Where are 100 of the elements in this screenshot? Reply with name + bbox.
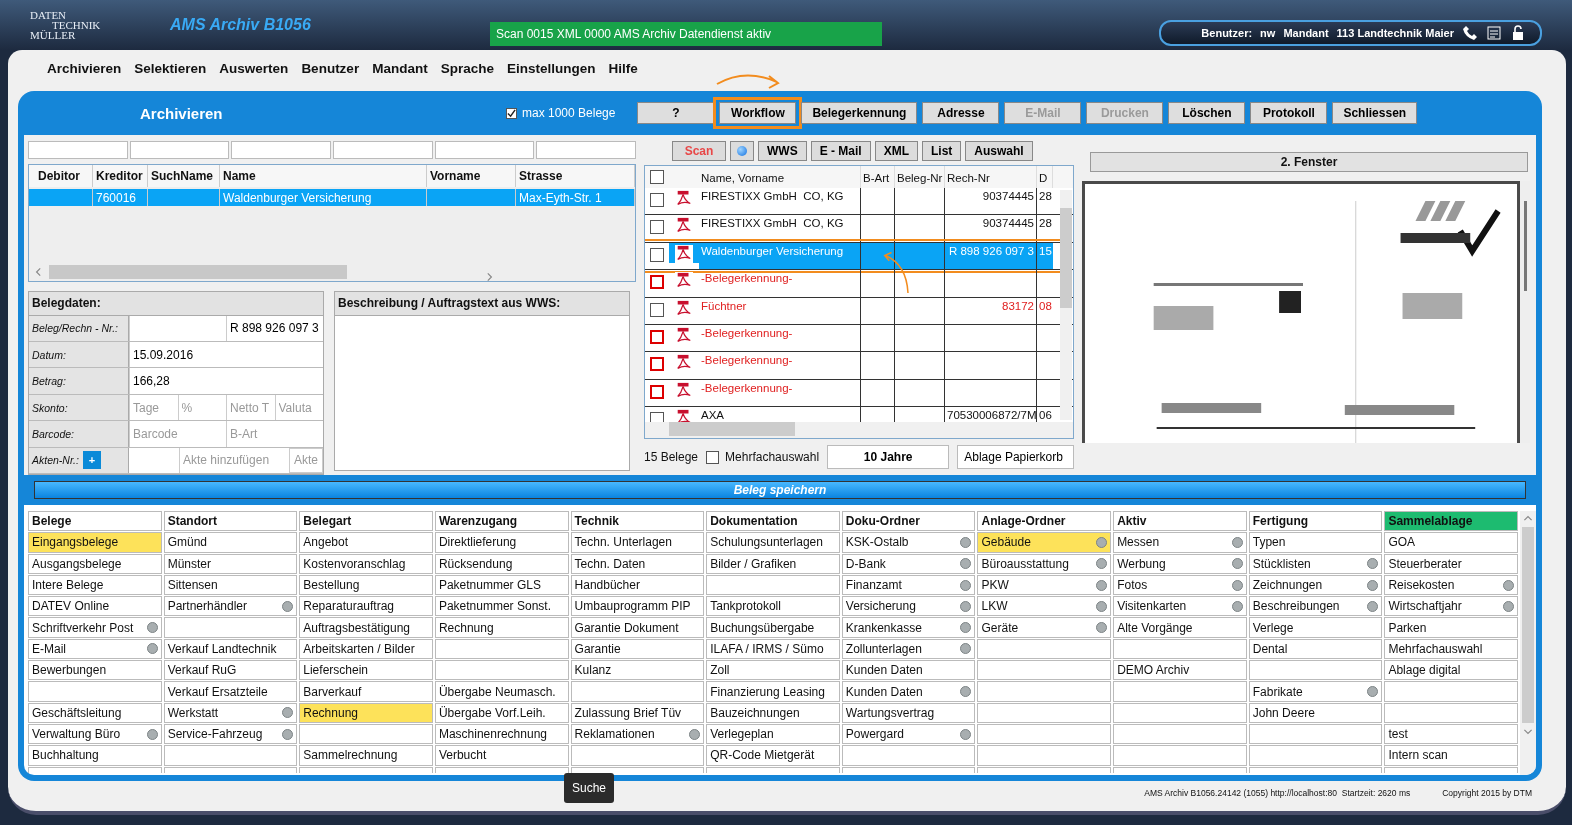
status-button[interactable] bbox=[730, 141, 754, 161]
category-cell[interactable] bbox=[1248, 745, 1383, 766]
category-cell[interactable]: Tankprotokoll bbox=[706, 596, 840, 617]
category-cell[interactable]: Krankenkasse bbox=[841, 617, 976, 638]
category-cell[interactable] bbox=[163, 745, 298, 766]
category-cell[interactable]: Schulungsunterlagen bbox=[706, 532, 840, 553]
search-field[interactable] bbox=[333, 141, 433, 159]
category-cell[interactable] bbox=[434, 660, 569, 681]
checkbox[interactable] bbox=[706, 450, 720, 464]
category-cell[interactable]: test bbox=[1384, 723, 1518, 745]
category-cell[interactable]: Werbung bbox=[1113, 553, 1247, 574]
category-cell[interactable]: Auftragsbestätigung bbox=[299, 617, 433, 638]
category-cell[interactable]: Paketnummer GLS bbox=[434, 574, 569, 596]
category-cell[interactable]: Zollunterlagen bbox=[841, 638, 976, 660]
category-cell[interactable] bbox=[1113, 638, 1247, 660]
checkbox[interactable] bbox=[650, 275, 664, 290]
category-cell[interactable]: Dental bbox=[1248, 638, 1383, 660]
menu-item[interactable]: Hilfe bbox=[608, 61, 638, 76]
notepad-icon[interactable] bbox=[1486, 25, 1502, 41]
category-cell[interactable]: Sittensen bbox=[163, 574, 298, 596]
period-button[interactable]: 10 Jahre bbox=[827, 445, 950, 469]
category-cell[interactable]: Verkauf RuG bbox=[163, 660, 298, 681]
category-cell[interactable] bbox=[977, 660, 1112, 681]
category-cell[interactable]: Münster bbox=[163, 553, 298, 574]
category-cell[interactable]: Buchungsübergabe bbox=[706, 617, 840, 638]
checkbox[interactable] bbox=[650, 247, 664, 262]
category-cell[interactable]: Zulassung Brief Tüv bbox=[570, 702, 705, 723]
toolbar-button[interactable]: Adresse bbox=[922, 102, 1000, 124]
category-cell[interactable] bbox=[28, 681, 162, 702]
category-cell[interactable]: D-Bank bbox=[841, 553, 976, 574]
category-cell[interactable]: Techn. Unterlagen bbox=[570, 532, 705, 553]
category-cell[interactable]: Verwaltung Büro bbox=[28, 723, 162, 745]
search-field[interactable] bbox=[28, 141, 128, 159]
category-cell[interactable]: Bauzeichnungen bbox=[706, 702, 840, 723]
category-cell[interactable]: Barverkauf bbox=[299, 681, 433, 702]
add-button[interactable]: + bbox=[82, 451, 101, 470]
category-cell[interactable]: PKW bbox=[977, 574, 1112, 596]
category-cell[interactable]: Buchhaltung bbox=[28, 745, 162, 766]
category-cell[interactable]: Paketnummer Sonst. bbox=[434, 596, 569, 617]
category-cell[interactable]: Reisekosten bbox=[1384, 574, 1518, 596]
category-cell[interactable]: Finanzierung Leasing bbox=[706, 681, 840, 702]
scrollbar-thumb[interactable] bbox=[1060, 208, 1072, 308]
menu-item[interactable]: Einstellungen bbox=[506, 61, 596, 76]
column-header[interactable]: Debitor bbox=[35, 165, 93, 187]
toolbar-button[interactable]: Workflow bbox=[719, 102, 797, 124]
category-cell[interactable]: Handbücher bbox=[570, 574, 705, 596]
category-cell[interactable] bbox=[299, 723, 433, 745]
toolbar-button[interactable]: E - Mail bbox=[810, 141, 871, 161]
category-cell[interactable] bbox=[977, 745, 1112, 766]
category-cell[interactable]: Typen bbox=[1248, 532, 1383, 553]
category-cell[interactable]: Büroausstattung bbox=[977, 553, 1112, 574]
category-cell[interactable]: Fotos bbox=[1113, 574, 1247, 596]
search-button[interactable]: Suche bbox=[564, 773, 614, 803]
checkbox[interactable] bbox=[650, 412, 664, 423]
category-cell[interactable]: Kostenvoranschlag bbox=[299, 553, 433, 574]
category-cell[interactable]: QR-Code Mietgerät bbox=[706, 745, 840, 766]
column-header[interactable]: Dokumentation bbox=[706, 511, 840, 532]
category-cell[interactable]: Verlegeplan bbox=[706, 723, 840, 745]
checkbox[interactable] bbox=[650, 329, 664, 344]
category-cell[interactable]: Steuerberater bbox=[1384, 553, 1518, 574]
category-cell[interactable]: Maschinenrechnung bbox=[434, 723, 569, 745]
scrollbar-thumb[interactable] bbox=[669, 422, 795, 436]
category-cell[interactable]: Verbucht bbox=[434, 745, 569, 766]
category-cell[interactable]: Messen bbox=[1113, 532, 1247, 553]
category-cell[interactable]: Verkauf Ersatzteile bbox=[163, 681, 298, 702]
category-cell[interactable]: Garantie bbox=[570, 638, 705, 660]
category-cell[interactable]: Angebot bbox=[299, 532, 433, 553]
category-cell[interactable]: Gebäude bbox=[977, 532, 1112, 553]
category-cell[interactable]: Reparaturauftrag bbox=[299, 596, 433, 617]
toolbar-button[interactable]: Löschen bbox=[1168, 102, 1246, 124]
category-cell[interactable]: DATEV Online bbox=[28, 596, 162, 617]
category-cell[interactable]: Gmünd bbox=[163, 532, 298, 553]
category-cell[interactable]: Schriftverkehr Post bbox=[28, 617, 162, 638]
menu-item[interactable]: Auswerten bbox=[219, 61, 289, 76]
category-cell[interactable]: Garantie Dokument bbox=[570, 617, 705, 638]
category-cell[interactable] bbox=[1248, 660, 1383, 681]
category-cell[interactable] bbox=[1384, 702, 1518, 723]
toolbar-button[interactable]: Schliessen bbox=[1332, 102, 1418, 124]
category-cell[interactable] bbox=[977, 638, 1112, 660]
menu-item[interactable]: Archivieren bbox=[47, 61, 122, 76]
category-cell[interactable]: ILAFA / IRMS / Sümo bbox=[706, 638, 840, 660]
category-cell[interactable]: Werkstatt bbox=[163, 702, 298, 723]
category-cell[interactable]: Ausgangsbelege bbox=[28, 553, 162, 574]
toolbar-button[interactable]: XML bbox=[874, 141, 918, 161]
category-cell[interactable]: Umbauprogramm PIP bbox=[570, 596, 705, 617]
trash-button[interactable]: Ablage Papierkorb bbox=[957, 445, 1074, 469]
category-cell[interactable] bbox=[570, 745, 705, 766]
category-cell[interactable]: John Deere bbox=[1248, 702, 1383, 723]
category-cell[interactable]: Beschreibungen bbox=[1248, 596, 1383, 617]
toolbar-button[interactable]: WWS bbox=[758, 141, 807, 161]
category-cell[interactable] bbox=[1248, 723, 1383, 745]
column-header[interactable]: Fertigung bbox=[1248, 511, 1383, 532]
column-header[interactable]: Rech-Nr bbox=[945, 166, 1037, 188]
category-cell[interactable]: Mehrfachauswahl bbox=[1384, 638, 1518, 660]
scrollbar-thumb[interactable] bbox=[1523, 201, 1527, 291]
category-cell[interactable]: E-Mail bbox=[28, 638, 162, 660]
category-cell[interactable]: Wirtschaftjahr bbox=[1384, 596, 1518, 617]
search-field[interactable] bbox=[231, 141, 331, 159]
category-cell[interactable]: Kunden Daten bbox=[841, 681, 976, 702]
menu-item[interactable]: Benutzer bbox=[301, 61, 360, 76]
